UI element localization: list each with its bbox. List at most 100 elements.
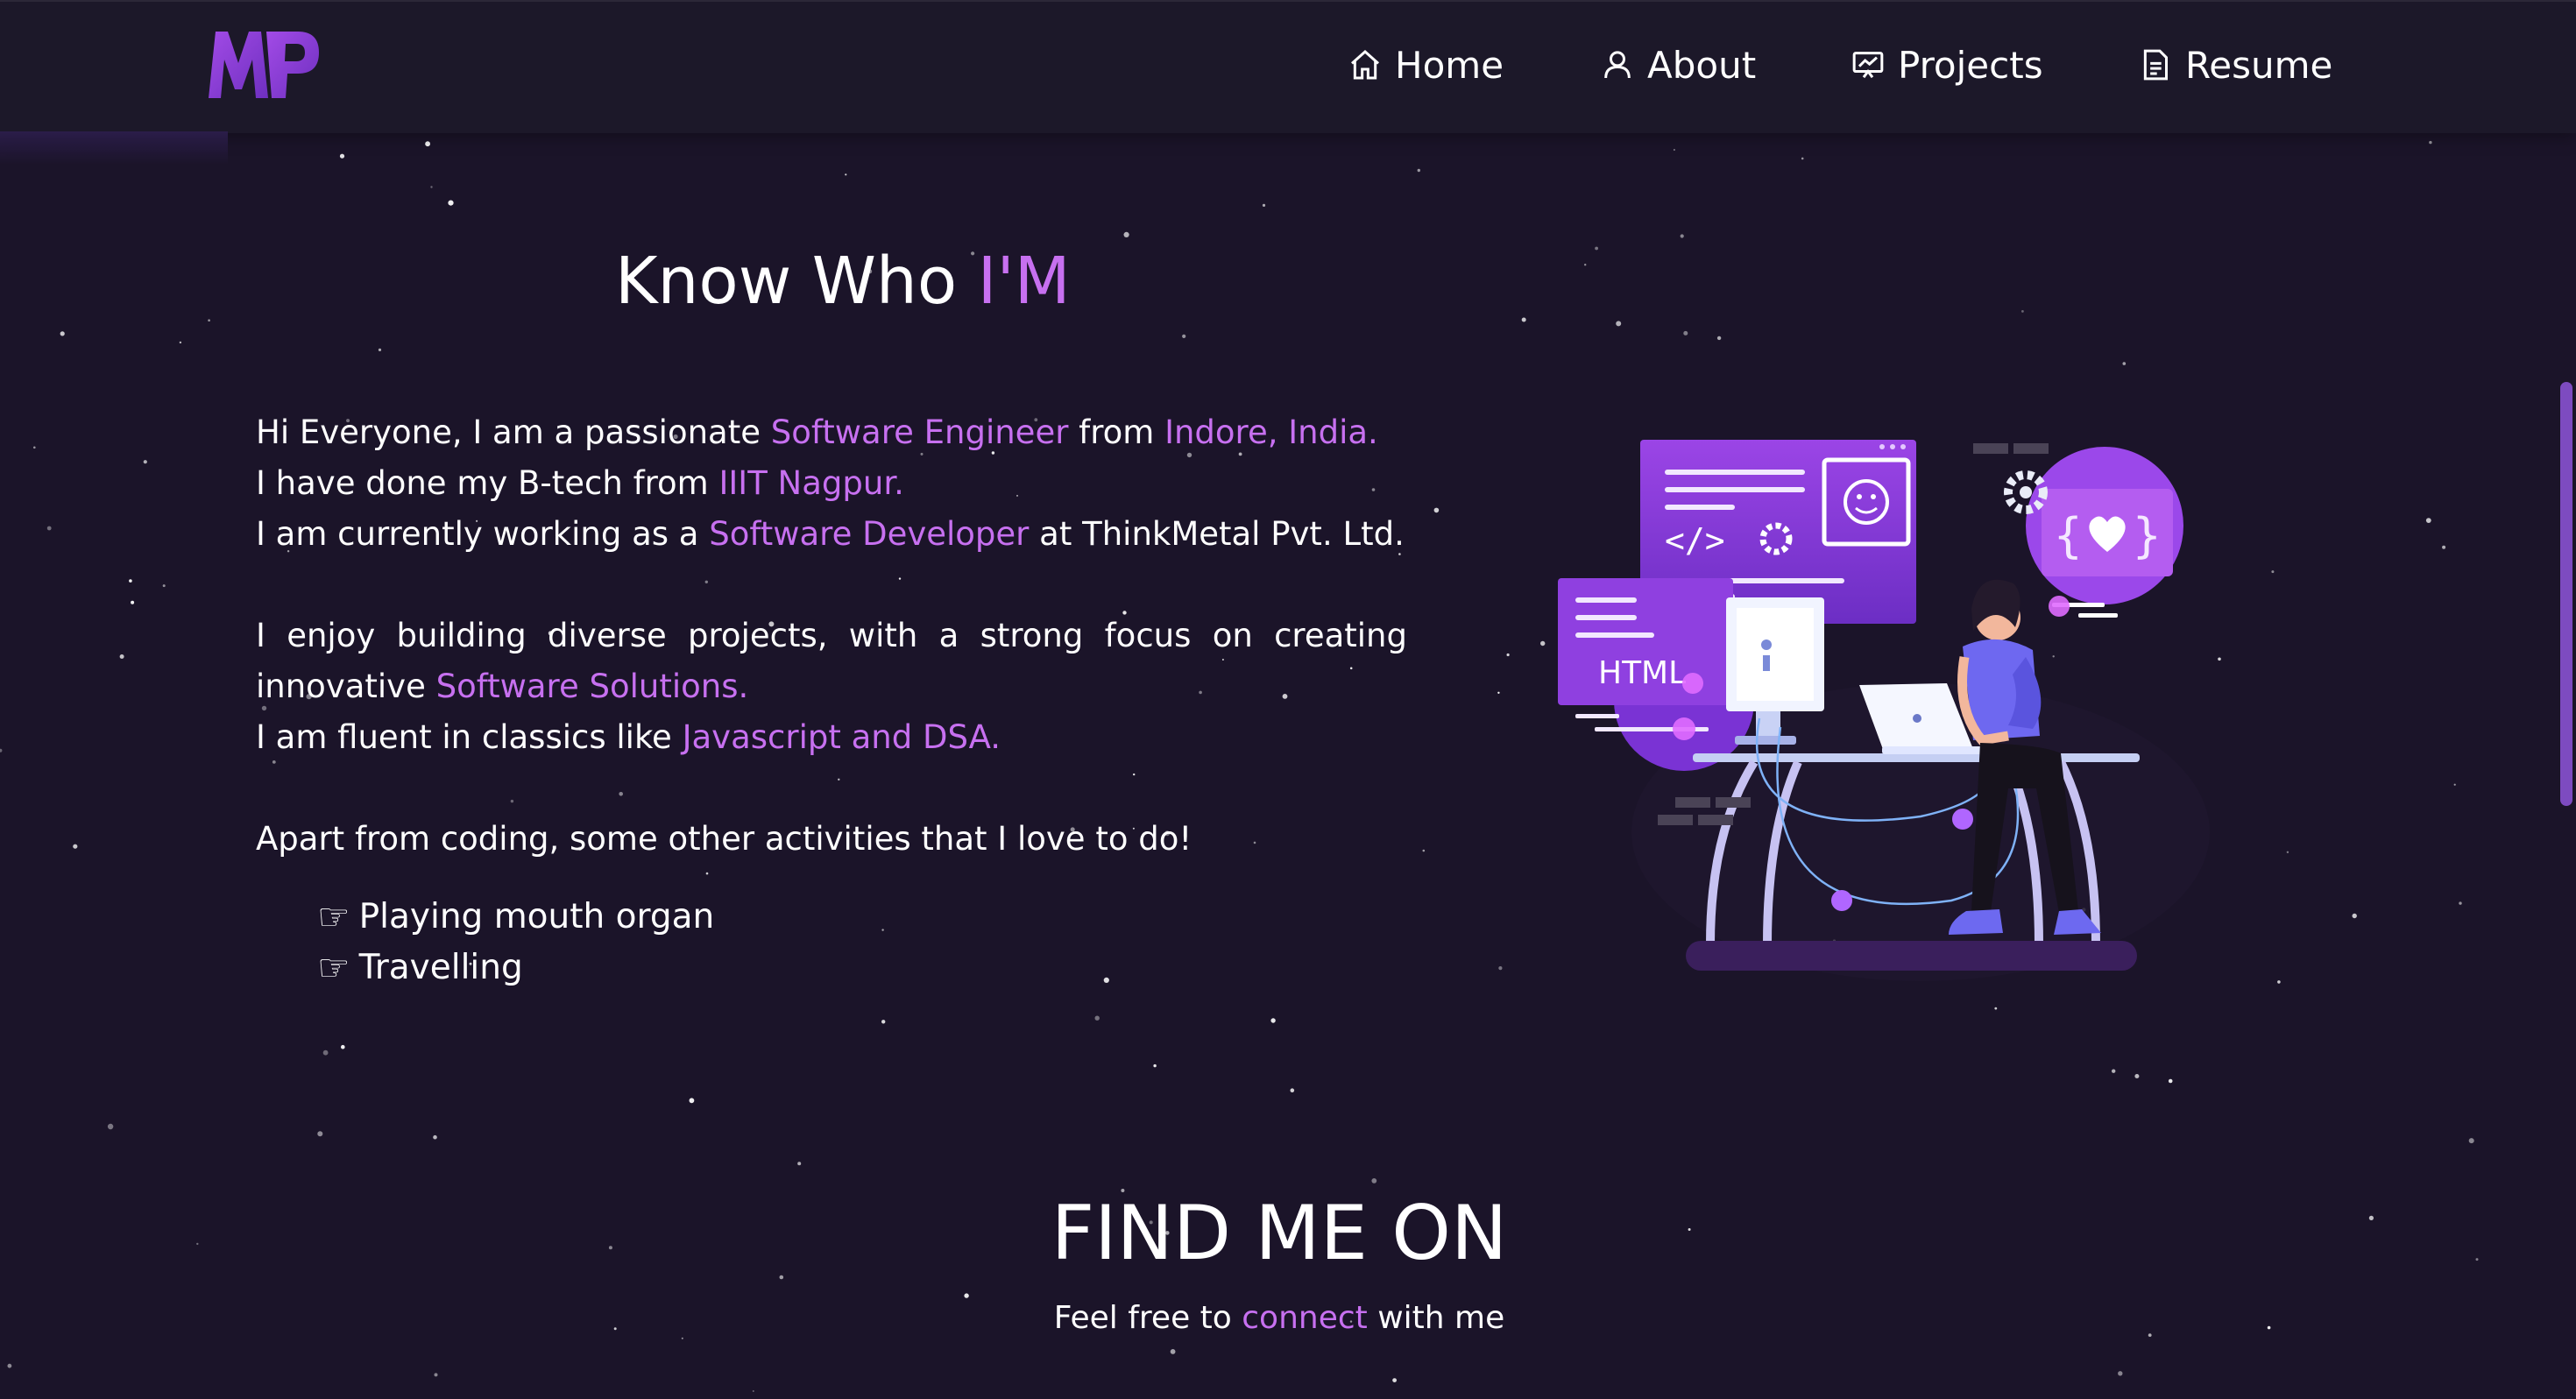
intro-paragraph: Hi Everyone, I am a passionate Software … (256, 407, 1407, 560)
intro-text: Hi Everyone, I am a passionate (256, 413, 771, 451)
nav-projects[interactable]: Projects (1851, 37, 2043, 93)
hobbies-intro: Apart from coding, some other activities… (256, 814, 1407, 865)
star (1673, 149, 1675, 151)
star (2122, 362, 2127, 365)
star (797, 1162, 802, 1166)
scrollbar-thumb[interactable] (2560, 382, 2572, 806)
solutions-highlight: Software Solutions. (435, 668, 749, 705)
about-title: Know Who I'M (615, 244, 1071, 319)
intro-text: at ThinkMetal Pvt. Ltd. (1029, 515, 1405, 553)
code-symbol-label: </> (1665, 521, 1725, 560)
star (131, 600, 135, 604)
job-highlight: Software Developer (709, 515, 1030, 553)
star (317, 1131, 323, 1137)
star (7, 1363, 12, 1368)
pointing-hand-icon: ☞ (317, 895, 350, 938)
star (881, 1020, 886, 1024)
star (2134, 1074, 2140, 1078)
nav-about[interactable]: About (1600, 37, 1756, 93)
star (1417, 168, 1421, 173)
star (2425, 518, 2431, 523)
star (689, 1098, 695, 1104)
nav-resume-label: Resume (2185, 43, 2333, 87)
star (434, 1373, 438, 1377)
star (1680, 234, 1684, 238)
star (339, 153, 345, 159)
skills-highlight: Javascript and DSA. (682, 718, 1001, 756)
star (1521, 317, 1526, 322)
star (1540, 640, 1546, 647)
star (1595, 246, 1598, 251)
star (2118, 1371, 2123, 1376)
intro-text: I have done my B-tech from (256, 464, 719, 502)
star (1133, 773, 1136, 776)
star (33, 446, 36, 449)
star (1616, 321, 1622, 327)
star (179, 341, 182, 344)
star (2168, 1078, 2173, 1084)
projects-paragraph: I enjoy building diverse projects, with … (256, 611, 1407, 712)
star (964, 1293, 969, 1298)
star (1290, 1088, 1295, 1092)
star (46, 526, 52, 531)
star (448, 200, 454, 206)
star (2442, 545, 2446, 549)
html-label: HTML (1598, 655, 1686, 691)
connect-link[interactable]: connect (1242, 1300, 1368, 1336)
intro-line-3: I am currently working as a Software Dev… (256, 509, 1407, 560)
nav-home[interactable]: Home (1348, 37, 1504, 93)
star (881, 929, 884, 931)
star (1262, 203, 1266, 207)
star (162, 584, 166, 588)
star (705, 872, 709, 875)
star (322, 1049, 329, 1056)
resume-icon (2138, 47, 2173, 82)
logo[interactable] (207, 28, 322, 102)
projects-text: I enjoy building diverse projects, with … (256, 617, 1407, 705)
star (1392, 1378, 1397, 1382)
star (129, 579, 132, 583)
find-me-title: FIND ME ON (1051, 1190, 1508, 1277)
star (119, 654, 124, 659)
star (107, 1123, 114, 1130)
navbar: Home About Projects Resume (0, 0, 2576, 133)
intro-text: from (1068, 413, 1165, 451)
nav-projects-label: Projects (1898, 43, 2043, 87)
nav-resume[interactable]: Resume (2138, 37, 2332, 93)
star (378, 348, 382, 351)
star (2352, 913, 2357, 919)
star (2277, 980, 2281, 984)
star (143, 460, 147, 464)
star (1801, 157, 1804, 160)
star (1498, 966, 1503, 971)
star (1994, 1007, 1998, 1010)
star (1103, 977, 1109, 983)
star (1270, 1018, 1276, 1023)
activity-label: Playing mouth organ (358, 897, 715, 936)
star (1716, 336, 1722, 341)
star (430, 186, 433, 188)
star (510, 799, 514, 803)
star (1153, 1063, 1157, 1068)
pointing-hand-icon: ☞ (317, 946, 350, 989)
activity-item: ☞ Playing mouth organ (317, 895, 714, 938)
star (73, 844, 78, 849)
svg-text:{: { (2054, 508, 2083, 563)
developer-illustration: </> HTML { } (1558, 440, 2210, 981)
skills-line: I am fluent in classics like Javascript … (256, 712, 1407, 763)
find-sub-text: with me (1367, 1300, 1505, 1336)
find-me-subtitle: Feel free to connect with me (0, 1300, 2558, 1336)
star (1422, 849, 1426, 852)
star (1433, 507, 1440, 513)
star (2271, 570, 2275, 574)
star (1170, 1349, 1176, 1354)
star (681, 1337, 683, 1339)
star (2453, 783, 2456, 786)
star (1584, 264, 1587, 266)
star (433, 1134, 437, 1140)
intro-line-2: I have done my B-tech from IIIT Nagpur. (256, 458, 1407, 509)
star (2112, 1069, 2116, 1073)
star (60, 331, 65, 336)
star (704, 580, 708, 583)
star (2468, 1138, 2474, 1144)
